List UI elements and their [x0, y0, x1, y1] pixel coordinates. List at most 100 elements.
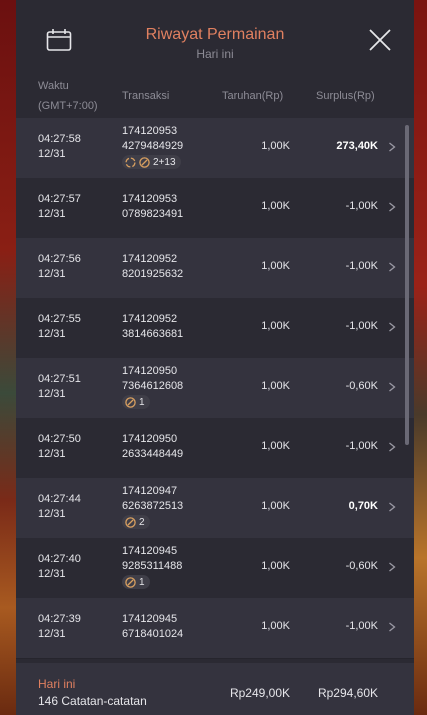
row-time: 04:27:51 12/31	[38, 372, 81, 402]
date-value: 12/31	[38, 148, 66, 160]
table-row[interactable]: 04:27:58 12/31 174120953 4279484929 2+13 1,00…	[16, 118, 414, 179]
row-surplus: -1,00K	[345, 260, 378, 272]
row-surplus: 273,40K	[336, 140, 378, 152]
background-right	[414, 0, 427, 715]
transaction-id-part2: 4279484929	[122, 140, 184, 152]
row-transaction: 174120953 0789823491	[122, 192, 183, 222]
history-list[interactable]: 04:27:58 12/31 174120953 4279484929 2+13 1,00…	[16, 118, 414, 660]
time-value: 04:27:50	[38, 433, 81, 445]
table-row[interactable]: 04:27:40 12/31 174120945 9285311488 1 1,00K -0…	[16, 538, 414, 599]
table-row[interactable]: 04:27:51 12/31 174120950 7364612608 1 1,00K -0…	[16, 358, 414, 419]
time-value: 04:27:51	[38, 373, 81, 385]
time-value: 04:27:44	[38, 493, 81, 505]
row-bet: 1,00K	[261, 380, 290, 392]
transaction-id-part1: 174120953	[122, 193, 178, 205]
transaction-id-part2: 6718401024	[122, 628, 184, 640]
time-value: 04:27:57	[38, 193, 81, 205]
scrollbar[interactable]	[405, 125, 409, 445]
chevron-right-icon	[389, 382, 396, 392]
feature-badge: 2+13	[122, 155, 181, 169]
table-row[interactable]: 04:27:56 12/31 174120952 8201925632 1,00K -1,…	[16, 238, 414, 299]
chevron-right-icon	[389, 262, 396, 272]
row-time: 04:27:57 12/31	[38, 192, 81, 222]
table-row[interactable]: 04:27:39 12/31 174120945 6718401024 1,00K -1,…	[16, 598, 414, 659]
row-bet: 1,00K	[261, 200, 290, 212]
table-row[interactable]: 04:27:50 12/31 174120950 2633448449 1,00K -1,…	[16, 418, 414, 479]
row-bet: 1,00K	[261, 140, 290, 152]
scatter-icon	[125, 516, 136, 528]
time-value: 04:27:58	[38, 133, 81, 145]
row-surplus: -1,00K	[345, 620, 378, 632]
row-transaction: 174120947 6263872513 2	[122, 484, 183, 533]
date-value: 12/31	[38, 508, 66, 520]
scatter-icon	[125, 396, 136, 408]
row-transaction: 174120950 2633448449	[122, 432, 183, 462]
summary-footer: Hari ini 146 Catatan-catatan Rp249,00K R…	[16, 663, 414, 715]
column-bet: Taruhan(Rp)	[222, 90, 284, 102]
transaction-id-part2: 0789823491	[122, 208, 184, 220]
background-left	[0, 0, 16, 715]
feature-badge: 1	[122, 575, 150, 589]
row-surplus: -1,00K	[345, 200, 378, 212]
transaction-id-part2: 9285311488	[122, 560, 183, 572]
row-transaction: 174120945 6718401024	[122, 612, 183, 642]
feature-badge: 2	[122, 515, 150, 529]
transaction-id-part1: 174120945	[122, 613, 178, 625]
row-transaction: 174120952 3814663681	[122, 312, 183, 342]
table-row[interactable]: 04:27:57 12/31 174120953 0789823491 1,00K -1,…	[16, 178, 414, 239]
row-time: 04:27:56 12/31	[38, 252, 81, 282]
record-count: 146 Catatan-catatan	[38, 694, 147, 708]
scatter-icon	[139, 156, 150, 168]
row-transaction: 174120952 8201925632	[122, 252, 183, 282]
badge-count: 1	[139, 396, 145, 408]
date-filter-label: Hari ini	[196, 47, 234, 61]
badge-count: 1	[139, 576, 145, 588]
close-button[interactable]	[368, 28, 392, 52]
row-surplus: 0,70K	[348, 500, 378, 512]
row-transaction: 174120953 4279484929 2+13	[122, 124, 183, 173]
row-transaction: 174120945 9285311488 1	[122, 544, 182, 593]
date-value: 12/31	[38, 628, 66, 640]
page-title: Riwayat Permainan	[145, 26, 285, 43]
close-icon	[369, 29, 391, 51]
feature-badge: 1	[122, 395, 150, 409]
row-surplus: -1,00K	[345, 320, 378, 332]
row-bet: 1,00K	[261, 500, 290, 512]
date-value: 12/31	[38, 208, 66, 220]
row-bet: 1,00K	[261, 440, 290, 452]
summary-label: Hari ini	[38, 677, 76, 691]
row-time: 04:27:40 12/31	[38, 552, 81, 582]
row-time: 04:27:50 12/31	[38, 432, 81, 462]
row-bet: 1,00K	[261, 620, 290, 632]
column-transaction: Transaksi	[122, 90, 170, 102]
table-row[interactable]: 04:27:55 12/31 174120952 3814663681 1,00K -1,…	[16, 298, 414, 359]
date-value: 12/31	[38, 448, 66, 460]
date-value: 12/31	[38, 268, 66, 280]
chevron-right-icon	[389, 322, 396, 332]
row-surplus: -0,60K	[345, 380, 378, 392]
chevron-right-icon	[389, 622, 396, 632]
column-surplus: Surplus(Rp)	[316, 90, 375, 102]
row-time: 04:27:55 12/31	[38, 312, 81, 342]
time-value: 04:27:55	[38, 313, 81, 325]
respin-icon	[125, 156, 136, 168]
transaction-id-part1: 174120947	[122, 485, 178, 497]
transaction-id-part1: 174120950	[122, 365, 178, 377]
transaction-id-part1: 174120952	[122, 253, 178, 265]
column-timezone: (GMT+7:00)	[38, 100, 98, 112]
transaction-id-part2: 7364612608	[122, 380, 184, 392]
date-value: 12/31	[38, 328, 66, 340]
table-row[interactable]: 04:27:44 12/31 174120947 6263872513 2 1,00K 0,…	[16, 478, 414, 539]
panel-header: Riwayat Permainan Hari ini	[16, 0, 414, 70]
transaction-id-part2: 3814663681	[122, 328, 184, 340]
badge-count: 2+13	[153, 156, 176, 168]
date-value: 12/31	[38, 568, 66, 580]
transaction-id-part1: 174120953	[122, 125, 178, 137]
time-value: 04:27:40	[38, 553, 81, 565]
total-bet: Rp249,00K	[229, 686, 290, 700]
row-bet: 1,00K	[261, 260, 290, 272]
transaction-id-part2: 2633448449	[122, 448, 184, 460]
transaction-id-part2: 8201925632	[122, 268, 184, 280]
time-value: 04:27:56	[38, 253, 81, 265]
chevron-right-icon	[389, 442, 396, 452]
